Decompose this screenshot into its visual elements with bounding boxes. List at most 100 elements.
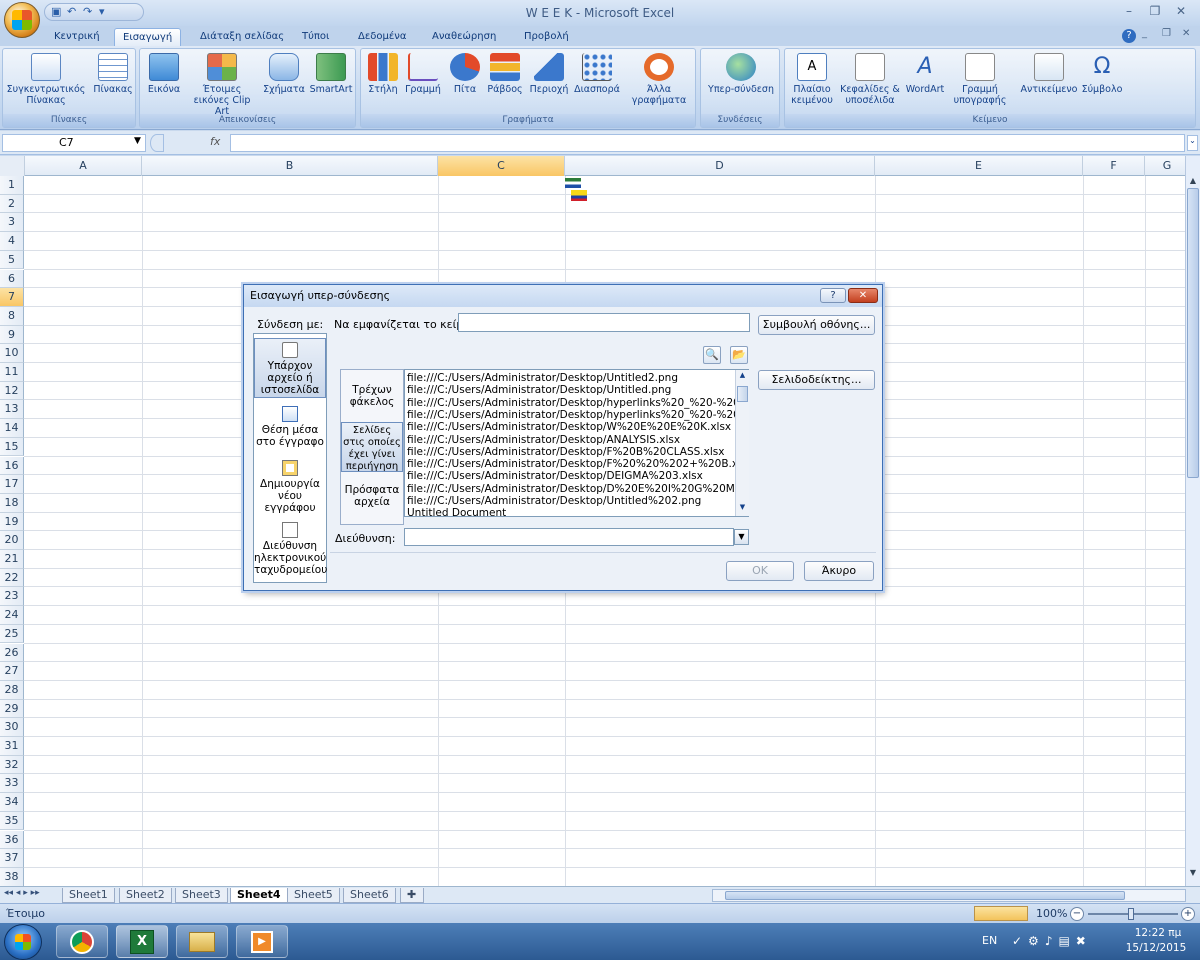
taskbar-explorer[interactable]: [176, 925, 228, 958]
scroll-down-icon[interactable]: ▼: [1187, 868, 1199, 878]
picture-button[interactable]: Εικόνα: [144, 53, 184, 95]
recent-files-button[interactable]: Πρόσφατα αρχεία: [341, 484, 403, 514]
workbook-close-button[interactable]: ✕: [1182, 28, 1190, 39]
row-header[interactable]: 27: [0, 662, 24, 681]
bar-chart-button[interactable]: Ράβδος: [485, 53, 525, 95]
fx-icon[interactable]: fx: [210, 135, 220, 148]
select-all-button[interactable]: [0, 156, 25, 176]
line-chart-button[interactable]: Γραμμή: [403, 53, 443, 95]
taskbar-chrome[interactable]: [56, 925, 108, 958]
browsed-pages-button[interactable]: Σελίδες στις οποίες έχει γίνει περιήγηση: [341, 422, 403, 472]
row-header[interactable]: 15: [0, 437, 24, 457]
nav-existing-file[interactable]: Υπάρχον αρχείο ή ιστοσελίδα: [254, 338, 326, 398]
browse-web-icon[interactable]: 🔍: [703, 346, 721, 364]
sheet-tab[interactable]: Sheet1: [62, 888, 115, 903]
file-list[interactable]: file:///C:/Users/Administrator/Desktop/U…: [404, 369, 749, 519]
textbox-button[interactable]: A Πλαίσιο κειμένου: [787, 53, 837, 106]
row-header[interactable]: 23: [0, 587, 24, 607]
workbook-restore-button[interactable]: ❐: [1162, 28, 1171, 39]
other-charts-button[interactable]: Άλλα γραφήματα: [625, 53, 693, 106]
file-list-item[interactable]: file:///C:/Users/Administrator/Desktop/h…: [407, 397, 737, 409]
file-list-item[interactable]: file:///C:/Users/Administrator/Desktop/F…: [407, 458, 737, 470]
row-header[interactable]: 33: [0, 774, 24, 794]
row-header[interactable]: 18: [0, 493, 24, 513]
zoom-level[interactable]: 100%: [1036, 907, 1067, 920]
sheet-tab[interactable]: Sheet5: [287, 888, 340, 903]
table-button[interactable]: Πίνακας: [91, 53, 135, 95]
dialog-help-button[interactable]: ?: [820, 288, 846, 303]
flag-image-icon[interactable]: [565, 178, 581, 188]
row-header[interactable]: 7: [0, 288, 24, 307]
text-to-display-input[interactable]: [458, 313, 750, 332]
horizontal-scrollbar[interactable]: [712, 889, 1186, 902]
row-header[interactable]: 37: [0, 849, 24, 868]
row-header[interactable]: 24: [0, 606, 24, 625]
column-header[interactable]: D: [565, 156, 875, 176]
row-header[interactable]: 2: [0, 194, 24, 214]
row-header[interactable]: 8: [0, 306, 24, 326]
flag-image-icon[interactable]: [571, 190, 587, 201]
row-header[interactable]: 4: [0, 232, 24, 251]
nav-email-address[interactable]: Διεύθυνση ηλεκτρονικού ταχυδρομείου: [254, 520, 327, 582]
clock-time[interactable]: 12:22 πμ: [1128, 927, 1188, 939]
row-header[interactable]: 34: [0, 793, 24, 812]
tab-home[interactable]: Κεντρική: [46, 28, 108, 46]
clock-date[interactable]: 15/12/2015: [1124, 942, 1188, 954]
file-list-item[interactable]: file:///C:/Users/Administrator/Desktop/A…: [407, 434, 737, 446]
column-header[interactable]: F: [1083, 156, 1145, 176]
column-header[interactable]: C: [438, 156, 565, 176]
minimize-button[interactable]: –: [1118, 4, 1140, 20]
row-header[interactable]: 6: [0, 269, 24, 289]
row-header[interactable]: 22: [0, 568, 24, 588]
maximize-button[interactable]: ❐: [1144, 4, 1166, 20]
file-list-scrollbar[interactable]: ▲ ▼: [735, 370, 749, 516]
row-header[interactable]: 25: [0, 624, 24, 644]
insert-sheet-icon[interactable]: ✚: [400, 888, 424, 903]
tab-formulas[interactable]: Τύποι: [294, 28, 337, 46]
sheet-tab[interactable]: Sheet3: [175, 888, 228, 903]
tab-data[interactable]: Δεδομένα: [350, 28, 414, 46]
row-header[interactable]: 29: [0, 699, 24, 719]
header-footer-button[interactable]: Κεφαλίδες & υποσέλιδα: [839, 53, 901, 106]
row-header[interactable]: 16: [0, 456, 24, 476]
zoom-out-icon[interactable]: −: [1070, 907, 1084, 921]
help-icon[interactable]: ?: [1122, 29, 1136, 43]
file-list-item[interactable]: file:///C:/Users/Administrator/Desktop/U…: [407, 495, 737, 507]
taskbar-excel[interactable]: X: [116, 925, 168, 958]
dialog-close-button[interactable]: ✕: [848, 288, 878, 303]
row-header[interactable]: 28: [0, 680, 24, 700]
sheet-tab-active[interactable]: Sheet4: [230, 888, 288, 903]
file-list-item[interactable]: file:///C:/Users/Administrator/Desktop/U…: [407, 384, 737, 396]
tab-page-layout[interactable]: Διάταξη σελίδας: [192, 28, 292, 46]
file-list-item[interactable]: file:///C:/Users/Administrator/Desktop/F…: [407, 446, 737, 458]
row-header[interactable]: 32: [0, 755, 24, 775]
row-header[interactable]: 13: [0, 400, 24, 420]
ok-button[interactable]: OK: [726, 561, 794, 581]
shapes-button[interactable]: Σχήματα: [260, 53, 308, 95]
column-header[interactable]: A: [25, 156, 142, 176]
scatter-chart-button[interactable]: Διασπορά: [571, 53, 623, 95]
row-header[interactable]: 10: [0, 344, 24, 363]
address-dropdown-icon[interactable]: ▼: [734, 529, 749, 545]
tray-icons[interactable]: ✓⚙♪▤✖: [1012, 934, 1092, 948]
tab-view[interactable]: Προβολή: [516, 28, 577, 46]
current-folder-button[interactable]: Τρέχων φάκελος: [341, 384, 403, 414]
view-buttons[interactable]: [974, 906, 1028, 921]
sheet-tab[interactable]: Sheet6: [343, 888, 396, 903]
clipart-button[interactable]: Έτοιμες εικόνες Clip Art: [186, 53, 258, 117]
vertical-scrollbar[interactable]: ▲ ▼: [1185, 156, 1200, 886]
cancel-button[interactable]: Άκυρο: [804, 561, 874, 581]
row-header[interactable]: 9: [0, 325, 24, 345]
object-button[interactable]: Αντικείμενο: [1019, 53, 1079, 95]
close-button[interactable]: ✕: [1170, 4, 1192, 20]
office-button[interactable]: [4, 2, 40, 38]
column-header[interactable]: G: [1145, 156, 1190, 176]
row-header[interactable]: 31: [0, 737, 24, 756]
column-chart-button[interactable]: Στήλη: [365, 53, 401, 95]
row-header[interactable]: 3: [0, 213, 24, 233]
row-header[interactable]: 19: [0, 512, 24, 532]
language-indicator[interactable]: EN: [982, 934, 997, 947]
tab-insert[interactable]: Εισαγωγή: [114, 28, 182, 46]
hyperlink-button[interactable]: Υπερ-σύνδεση: [705, 53, 777, 95]
address-input[interactable]: [404, 528, 734, 546]
